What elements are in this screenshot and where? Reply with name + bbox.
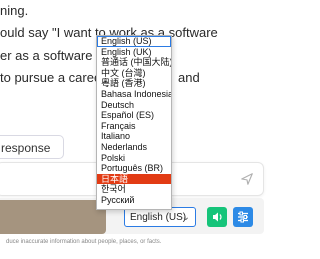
language-option[interactable]: Русский xyxy=(97,195,171,206)
chat-text-line: and xyxy=(178,70,200,85)
language-option[interactable]: Deutsch xyxy=(97,100,171,111)
regenerate-label: response xyxy=(1,141,51,155)
language-option[interactable]: 中文 (台灣) xyxy=(97,68,171,79)
speaker-button[interactable] xyxy=(207,207,227,227)
language-select[interactable]: English (US) ⌄ xyxy=(124,207,196,227)
language-option[interactable]: 普通话 (中国大陆) xyxy=(97,57,171,68)
language-option[interactable]: Bahasa Indonesia xyxy=(97,89,171,100)
language-option[interactable]: English (UK) xyxy=(97,47,171,58)
regenerate-response-button[interactable]: response xyxy=(0,135,64,159)
language-select-value: English (US) xyxy=(130,212,187,223)
language-option[interactable]: 粵語 (香港) xyxy=(97,78,171,89)
chevron-down-icon: ⌄ xyxy=(181,212,190,223)
settings-sliders-icon xyxy=(238,211,248,223)
language-option[interactable]: Español (ES) xyxy=(97,110,171,121)
language-option[interactable]: Italiano xyxy=(97,131,171,142)
language-option-highlighted[interactable]: 日本語 xyxy=(97,173,171,185)
language-option[interactable]: Polski xyxy=(97,153,171,164)
chat-text-line: ning. xyxy=(0,3,29,18)
language-dropdown-list: English (US) English (UK) 普通话 (中国大陆) 中文 … xyxy=(96,35,172,210)
send-icon[interactable] xyxy=(240,172,254,186)
language-option[interactable]: Nederlands xyxy=(97,142,171,153)
language-option[interactable]: Português (BR) xyxy=(97,163,171,174)
language-option[interactable]: 한국어 xyxy=(97,184,171,195)
language-option[interactable]: English (US) xyxy=(97,36,171,47)
language-option[interactable]: Français xyxy=(97,121,171,132)
disclaimer-text: duce inaccurate information about people… xyxy=(6,239,162,245)
settings-button[interactable] xyxy=(233,207,253,227)
speaker-icon xyxy=(213,212,222,222)
avatar-video-thumbnail xyxy=(0,200,106,234)
